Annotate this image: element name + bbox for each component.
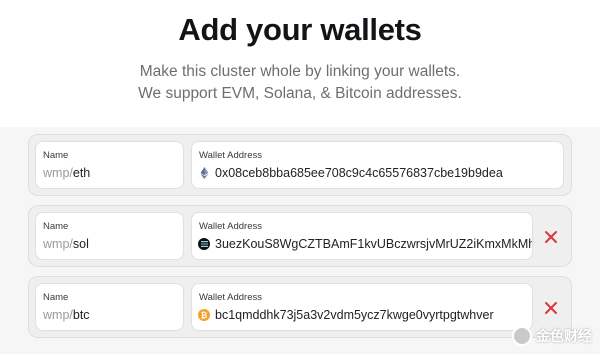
wallet-address-label: Wallet Address (199, 150, 263, 161)
watermark-text: 金色财经 (536, 328, 592, 344)
wallet-address-label: Wallet Address (199, 292, 263, 303)
subtitle-line-2: We support EVM, Solana, & Bitcoin addres… (138, 85, 462, 102)
add-wallets-page: Add your wallets Make this cluster whole… (0, 0, 600, 354)
wallet-name-label: Name (43, 292, 69, 303)
wallet-name-input[interactable]: btc (73, 308, 90, 322)
wallet-name-input[interactable]: eth (73, 166, 90, 180)
wallet-address-input[interactable]: 3uezKouS8WgCZTBAmF1kvUBczwrsjvMrUZ2iKmxM… (215, 237, 532, 251)
wallet-address-value[interactable]: 0x08ceb8bba685ee708c9c4c65576837cbe19b9d… (198, 166, 503, 180)
wallet-address-field[interactable]: Wallet Address 0x08ceb8bba685ee708c9c4c6… (191, 141, 564, 189)
wallet-name-label: Name (43, 150, 69, 161)
wallet-address-label: Wallet Address (199, 221, 263, 232)
page-subtitle: Make this cluster whole by linking your … (0, 61, 600, 105)
wallet-address-field[interactable]: Wallet Address 3uezKouS8WgCZTBAmF1kvUBcz… (191, 212, 533, 260)
wallet-name-field[interactable]: Name wmp/sol (35, 212, 184, 260)
wallet-row-sol: Name wmp/sol Wallet Address 3uezKouS8WgC… (28, 205, 572, 267)
close-icon (545, 302, 557, 314)
watermark-logo-icon (512, 326, 532, 346)
wallet-name-value[interactable]: wmp/btc (43, 308, 90, 322)
wallet-name-prefix: wmp/ (43, 166, 73, 180)
wallet-address-value[interactable]: ₿ bc1qmddhk73j5a3v2vdm5ycz7kwge0vyrtpgtw… (198, 308, 494, 322)
wallet-name-value[interactable]: wmp/sol (43, 237, 89, 251)
wallet-row-btc: Name wmp/btc Wallet Address ₿ bc1qmddhk7… (28, 276, 572, 338)
wallet-address-value[interactable]: 3uezKouS8WgCZTBAmF1kvUBczwrsjvMrUZ2iKmxM… (198, 237, 532, 251)
wallet-address-field[interactable]: Wallet Address ₿ bc1qmddhk73j5a3v2vdm5yc… (191, 283, 533, 331)
close-icon (545, 231, 557, 243)
solana-icon (198, 238, 210, 250)
page-title: Add your wallets (178, 12, 422, 47)
wallet-row-eth: Name wmp/eth Wallet Address 0x08ceb8bba6… (28, 134, 572, 196)
wallet-name-prefix: wmp/ (43, 237, 73, 251)
wallet-name-value[interactable]: wmp/eth (43, 166, 90, 180)
wallet-name-field[interactable]: Name wmp/eth (35, 141, 184, 189)
wallet-name-input[interactable]: sol (73, 237, 89, 251)
remove-wallet-button[interactable] (543, 229, 559, 245)
wallet-address-input[interactable]: bc1qmddhk73j5a3v2vdm5ycz7kwge0vyrtpgtwhv… (215, 308, 494, 322)
ethereum-icon (198, 167, 210, 179)
subtitle-line-1: Make this cluster whole by linking your … (139, 63, 461, 80)
remove-wallet-button[interactable] (543, 300, 559, 316)
wallet-name-label: Name (43, 221, 69, 232)
wallet-address-input[interactable]: 0x08ceb8bba685ee708c9c4c65576837cbe19b9d… (215, 166, 503, 180)
wallet-name-prefix: wmp/ (43, 308, 73, 322)
wallet-name-field[interactable]: Name wmp/btc (35, 283, 184, 331)
bitcoin-icon: ₿ (198, 309, 210, 321)
watermark: 金色财经 (512, 326, 592, 346)
